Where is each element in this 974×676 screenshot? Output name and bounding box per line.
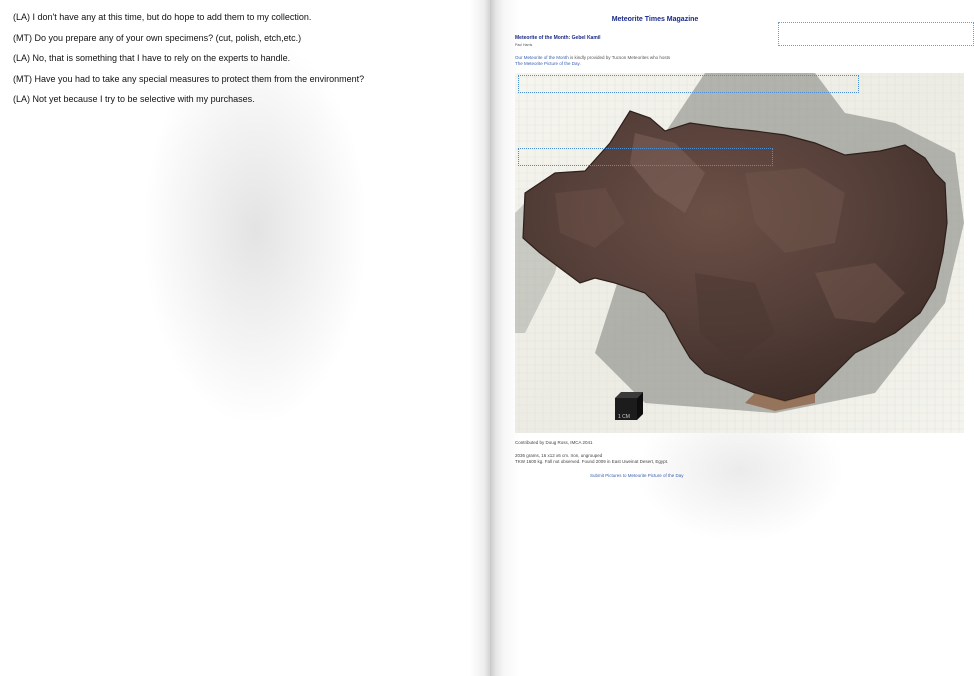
meteorite-image: 1 CM xyxy=(515,73,964,433)
motm-link[interactable]: Our Meteorite of the Month xyxy=(515,55,569,60)
ad-placeholder-box[interactable] xyxy=(518,75,859,93)
right-page: Meteorite Times Magazine Meteorite of th… xyxy=(490,0,974,676)
interview-line: (MT) Do you prepare any of your own spec… xyxy=(13,32,302,43)
interview-qa-list: (LA) I don't have any at this time, but … xyxy=(13,12,473,115)
intro-text: Our Meteorite of the Month is kindly pro… xyxy=(515,55,670,67)
left-page: (LA) I don't have any at this time, but … xyxy=(0,0,490,676)
intro-text-rest: is kindly provided by Tucson Meteorites … xyxy=(568,55,671,60)
specimen-find-info: TKW 1600 kg. Fall not observed. Found 20… xyxy=(515,459,669,464)
ad-placeholder-box[interactable] xyxy=(518,148,773,166)
specimen-details: 2036 grams, 16 x12 x6 cm. Iron, ungroupe… xyxy=(515,453,668,465)
meteorite-of-month-title: Meteorite of the Month: Gebel Kamil xyxy=(515,35,601,41)
interview-line: (LA) No, that is something that I have t… xyxy=(13,53,291,63)
author-name: Paul Harris xyxy=(515,43,533,47)
meteorite-photo: 1 CM xyxy=(515,73,964,433)
scale-cube-label: 1 CM xyxy=(618,414,630,420)
picture-of-day-link[interactable]: The Meteorite Picture of the Day. xyxy=(515,61,581,66)
interview-line: (MT) Have you had to take any special me… xyxy=(13,73,365,84)
interview-line: (LA) Not yet because I try to be selecti… xyxy=(13,94,255,104)
interview-line: (LA) I don't have any at this time, but … xyxy=(13,12,312,22)
submit-pictures-link[interactable]: Submit Pictures to Meteorite Picture of … xyxy=(590,473,684,478)
specimen-weight-dimensions: 2036 grams, 16 x12 x6 cm. Iron, ungroupe… xyxy=(515,453,603,458)
ad-placeholder-box[interactable] xyxy=(778,22,974,46)
contributor-caption: Contributed by Doug Ross, IMCA 2041 xyxy=(515,440,593,445)
magazine-spread: (LA) I don't have any at this time, but … xyxy=(0,0,974,676)
magazine-title: Meteorite Times Magazine xyxy=(611,16,699,23)
